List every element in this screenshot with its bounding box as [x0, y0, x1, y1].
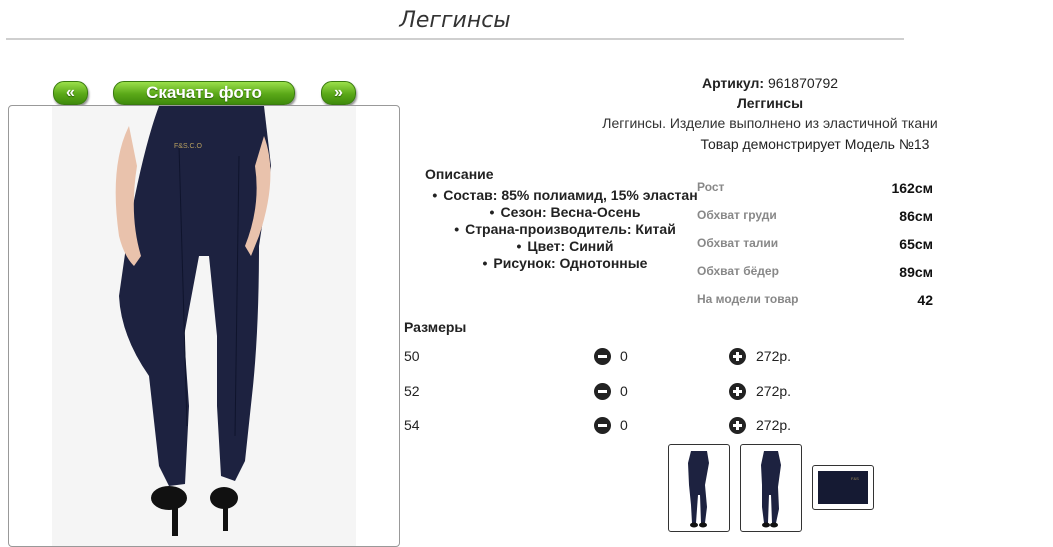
- quantity-value: 0: [620, 383, 628, 399]
- size-price: 272р.: [756, 383, 792, 399]
- thumbnail-back[interactable]: [740, 444, 802, 532]
- measurement-value: 42: [917, 292, 933, 308]
- product-name: Леггинсы: [736, 95, 804, 111]
- model-note: Товар демонстрирует Модель №13: [700, 136, 930, 152]
- next-photo-button[interactable]: »: [321, 81, 356, 105]
- svg-text:F&S: F&S: [851, 476, 859, 481]
- measurement-label: Рост: [697, 180, 725, 194]
- measurement-row: Обхват бёдер 89см: [697, 264, 933, 284]
- description-item: • Страна-производитель: Китай: [454, 221, 676, 237]
- leggings-model-image: F&S.C.O: [52, 106, 356, 546]
- description-item: • Сезон: Весна-Осень: [489, 204, 641, 220]
- minus-circle-icon[interactable]: [594, 348, 611, 365]
- article-value: 961870792: [767, 75, 839, 91]
- description-heading: Описание: [425, 166, 494, 182]
- article-line: Артикул: 961870792: [560, 75, 980, 91]
- page-title: Леггинсы: [399, 8, 511, 33]
- description-item: • Цвет: Синий: [516, 238, 614, 254]
- measurement-label: Обхват талии: [697, 236, 779, 250]
- quantity-value: 0: [620, 348, 628, 364]
- quantity-value: 0: [620, 417, 628, 433]
- measurement-label: Обхват бёдер: [697, 264, 779, 278]
- measurement-row: На модели товар 42: [697, 292, 933, 312]
- size-row: 54 0 272р.: [404, 417, 824, 437]
- measurement-label: На модели товар: [697, 292, 799, 306]
- size-row: 52 0 272р.: [404, 383, 824, 403]
- size-label: 52: [404, 383, 420, 399]
- plus-circle-icon[interactable]: [729, 348, 746, 365]
- product-description: Леггинсы. Изделие выполнено из эластично…: [602, 115, 938, 131]
- size-row: 50 0 272р.: [404, 348, 824, 368]
- measurement-value: 162см: [891, 180, 933, 196]
- measurement-value: 65см: [899, 236, 933, 252]
- size-price: 272р.: [756, 417, 792, 433]
- description-item: • Рисунок: Однотонные: [482, 255, 648, 271]
- measurement-label: Обхват груди: [697, 208, 777, 222]
- thumbnail-image: [761, 451, 781, 528]
- thumbnail-fabric[interactable]: F&S: [812, 465, 874, 510]
- sizes-heading: Размеры: [404, 319, 467, 335]
- measurement-value: 86см: [899, 208, 933, 224]
- product-photo[interactable]: F&S.C.O: [8, 105, 400, 547]
- minus-circle-icon[interactable]: [594, 383, 611, 400]
- svg-text:F&S.C.O: F&S.C.O: [174, 143, 203, 150]
- minus-circle-icon[interactable]: [594, 417, 611, 434]
- measurement-row: Обхват груди 86см: [697, 208, 933, 228]
- measurement-row: Обхват талии 65см: [697, 236, 933, 256]
- article-label: Артикул:: [701, 75, 765, 91]
- measurement-row: Рост 162см: [697, 180, 933, 200]
- measurement-value: 89см: [899, 264, 933, 280]
- size-price: 272р.: [756, 348, 792, 364]
- thumbnail-image: F&S: [818, 471, 868, 504]
- plus-circle-icon[interactable]: [729, 417, 746, 434]
- size-label: 54: [404, 417, 420, 433]
- description-item: • Состав: 85% полиамид, 15% эластан: [432, 187, 698, 203]
- thumbnail-image: [688, 451, 709, 528]
- prev-photo-button[interactable]: «: [53, 81, 88, 105]
- size-label: 50: [404, 348, 420, 364]
- plus-circle-icon[interactable]: [729, 383, 746, 400]
- title-divider: [6, 38, 904, 40]
- thumbnail-front[interactable]: [668, 444, 730, 532]
- description-list: • Состав: 85% полиамид, 15% эластан • Сезо…: [410, 187, 720, 272]
- download-photo-button[interactable]: Скачать фото: [113, 81, 295, 105]
